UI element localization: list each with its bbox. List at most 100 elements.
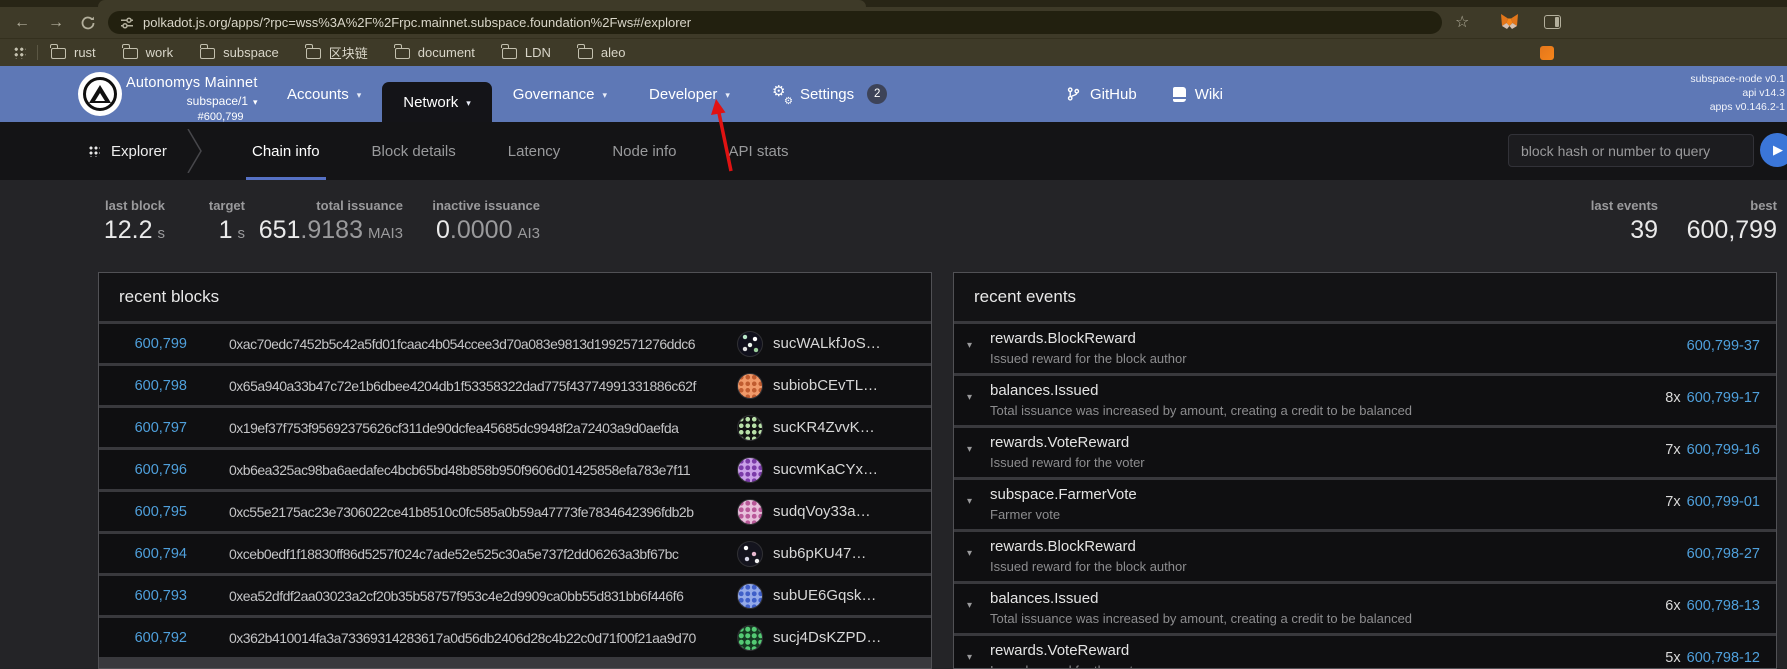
folder-icon bbox=[502, 48, 517, 59]
network-name: Autonomys Mainnet bbox=[126, 75, 258, 91]
tab-chain-info[interactable]: Chain info bbox=[226, 122, 346, 180]
side-panel-icon[interactable] bbox=[1544, 15, 1561, 29]
nav-network[interactable]: Network▾ bbox=[382, 82, 492, 122]
block-author[interactable]: sucj4DsKZPD… bbox=[737, 625, 881, 651]
event-count: 8x bbox=[1665, 390, 1680, 406]
folder-icon bbox=[51, 48, 66, 59]
logo-triangle bbox=[89, 85, 111, 103]
metamask-extension-icon[interactable] bbox=[1500, 13, 1519, 36]
bookmark-folder-aleo[interactable]: aleo bbox=[578, 45, 626, 60]
event-name: rewards.VoteReward bbox=[990, 434, 1129, 451]
expand-toggle-icon[interactable]: ▾ bbox=[967, 444, 972, 455]
stat-label: total issuance bbox=[259, 198, 403, 213]
nav-accounts[interactable]: Accounts▾ bbox=[266, 66, 382, 122]
block-author[interactable]: sudqVoy33a… bbox=[737, 499, 871, 525]
chain-spec[interactable]: subspace/1▾ bbox=[126, 94, 258, 108]
block-number-link[interactable]: 600,794 bbox=[107, 546, 187, 562]
tab-api-stats[interactable]: API stats bbox=[703, 122, 815, 180]
expand-toggle-icon[interactable]: ▾ bbox=[967, 548, 972, 559]
bookmark-folder-document[interactable]: document bbox=[395, 45, 475, 60]
reload-icon[interactable] bbox=[80, 15, 96, 31]
event-block-link[interactable]: 600,798-13 bbox=[1687, 598, 1760, 614]
site-settings-icon[interactable] bbox=[120, 16, 134, 30]
event-row: ▾ rewards.VoteReward Issued reward for t… bbox=[954, 428, 1776, 477]
block-number-link[interactable]: 600,796 bbox=[107, 462, 187, 478]
event-name: balances.Issued bbox=[990, 590, 1098, 607]
block-author[interactable]: subiobCEvTL… bbox=[737, 373, 878, 399]
autonomys-logo-icon[interactable] bbox=[78, 72, 122, 116]
grid-icon bbox=[88, 145, 100, 157]
folder-icon bbox=[395, 48, 410, 59]
forward-icon[interactable]: → bbox=[44, 11, 68, 35]
folder-icon bbox=[306, 48, 321, 59]
chain-info[interactable]: Autonomys Mainnet subspace/1▾ #600,799 bbox=[126, 75, 258, 123]
block-number-link[interactable]: 600,792 bbox=[107, 630, 187, 646]
bookmark-folder-ldn[interactable]: LDN bbox=[502, 45, 551, 60]
block-number-link[interactable]: 600,799 bbox=[107, 336, 187, 352]
event-name: rewards.BlockReward bbox=[990, 538, 1136, 555]
identicon bbox=[737, 457, 763, 483]
block-number-link[interactable]: 600,798 bbox=[107, 378, 187, 394]
stat-last-block: last block 12.2s bbox=[104, 198, 165, 245]
tab-latency[interactable]: Latency bbox=[482, 122, 587, 180]
event-row: ▾ balances.Issued Total issuance was inc… bbox=[954, 584, 1776, 633]
bookmark-folder-subspace[interactable]: subspace bbox=[200, 45, 279, 60]
block-hash: 0xb6ea325ac98ba6aedafec4bcb65bd48b858b95… bbox=[229, 462, 690, 478]
gears-icon: ⚙⚙ bbox=[772, 85, 792, 103]
expand-toggle-icon[interactable]: ▾ bbox=[967, 496, 972, 507]
block-author[interactable]: sucvmKaCYx… bbox=[737, 457, 878, 483]
event-block-link[interactable]: 600,799-16 bbox=[1687, 442, 1760, 458]
tab-node-info[interactable]: Node info bbox=[586, 122, 702, 180]
apps-grid-icon[interactable] bbox=[13, 46, 26, 59]
author-name: sucvmKaCYx… bbox=[773, 461, 878, 478]
expand-toggle-icon[interactable]: ▾ bbox=[967, 652, 972, 663]
event-block-link[interactable]: 600,799-01 bbox=[1687, 494, 1760, 510]
table-row: 600,793 0xea52dfdf2aa03023a2cf20b35b5875… bbox=[99, 576, 931, 615]
block-author[interactable]: subUE6Gqsk… bbox=[737, 583, 876, 609]
back-icon[interactable]: ← bbox=[10, 11, 34, 35]
url-text[interactable]: polkadot.js.org/apps/?rpc=wss%3A%2F%2Frp… bbox=[143, 15, 691, 30]
nav-settings[interactable]: ⚙⚙ Settings 2 bbox=[751, 66, 908, 122]
expand-toggle-icon[interactable]: ▾ bbox=[967, 340, 972, 351]
stat-label: last block bbox=[104, 198, 165, 213]
address-bar[interactable]: polkadot.js.org/apps/?rpc=wss%3A%2F%2Frp… bbox=[108, 11, 1442, 34]
block-number-link[interactable]: 600,797 bbox=[107, 420, 187, 436]
explorer-tab-bar: Explorer Chain info Block details Latenc… bbox=[0, 122, 1787, 180]
bookmark-folder-rust[interactable]: rust bbox=[51, 45, 96, 60]
section-explorer[interactable]: Explorer bbox=[88, 122, 167, 180]
github-link[interactable]: GitHub bbox=[1066, 86, 1137, 103]
nav-developer[interactable]: Developer▾ bbox=[628, 66, 751, 122]
settings-badge: 2 bbox=[867, 84, 887, 104]
bookmark-star-icon[interactable]: ☆ bbox=[1455, 11, 1469, 34]
block-number-link[interactable]: 600,795 bbox=[107, 504, 187, 520]
event-count: 5x bbox=[1665, 650, 1680, 666]
chevron-down-icon: ▾ bbox=[466, 98, 471, 109]
wiki-link[interactable]: Wiki bbox=[1173, 86, 1223, 103]
event-block-link[interactable]: 600,798-27 bbox=[1687, 546, 1760, 562]
block-author[interactable]: sucKR4ZvvK… bbox=[737, 415, 875, 441]
block-query-input[interactable] bbox=[1508, 134, 1754, 167]
tab-block-details[interactable]: Block details bbox=[346, 122, 482, 180]
browser-window: ← → polkadot.js.org/apps/?rpc=wss%3A%2F%… bbox=[0, 0, 1787, 669]
query-submit-button[interactable]: ▶ bbox=[1760, 133, 1787, 167]
browser-tab-strip bbox=[0, 0, 1787, 7]
expand-toggle-icon[interactable]: ▾ bbox=[967, 392, 972, 403]
block-hash: 0x362b410014fa3a73369314283617a0d56db240… bbox=[229, 630, 696, 646]
browser-active-tab[interactable] bbox=[98, 0, 866, 7]
bookmark-folder-blockchain[interactable]: 区块链 bbox=[306, 43, 368, 62]
event-block-link[interactable]: 600,799-17 bbox=[1687, 390, 1760, 406]
nav-governance[interactable]: Governance▾ bbox=[492, 66, 628, 122]
block-number-link[interactable]: 600,793 bbox=[107, 588, 187, 604]
block-author[interactable]: sub6pKU47… bbox=[737, 541, 866, 567]
event-block-link[interactable]: 600,799-37 bbox=[1687, 338, 1760, 354]
event-block-link[interactable]: 600,798-12 bbox=[1687, 650, 1760, 666]
bookmarks-extension-icon[interactable] bbox=[1540, 46, 1554, 60]
bookmark-folder-work[interactable]: work bbox=[123, 45, 173, 60]
event-count: 6x bbox=[1665, 598, 1680, 614]
block-author[interactable]: sucWALkfJoS… bbox=[737, 331, 881, 357]
event-name: balances.Issued bbox=[990, 382, 1098, 399]
block-hash: 0xea52dfdf2aa03023a2cf20b35b58757f953c4e… bbox=[229, 588, 683, 604]
main-nav: Accounts▾ Network▾ Governance▾ Developer… bbox=[266, 66, 908, 122]
expand-toggle-icon[interactable]: ▾ bbox=[967, 600, 972, 611]
event-row: ▾ rewards.VoteReward Issued reward for t… bbox=[954, 636, 1776, 669]
